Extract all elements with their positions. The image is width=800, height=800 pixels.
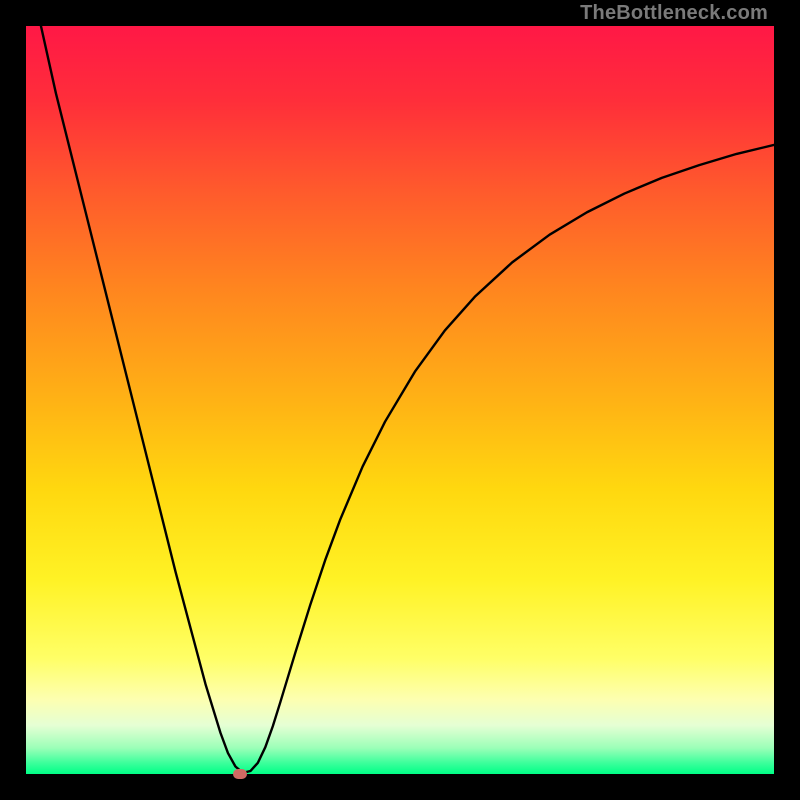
watermark-label: TheBottleneck.com — [580, 2, 768, 25]
gradient-background — [26, 26, 774, 774]
chart-frame: TheBottleneck.com — [0, 0, 800, 800]
plot-area — [26, 26, 774, 774]
optimal-marker — [233, 769, 247, 779]
